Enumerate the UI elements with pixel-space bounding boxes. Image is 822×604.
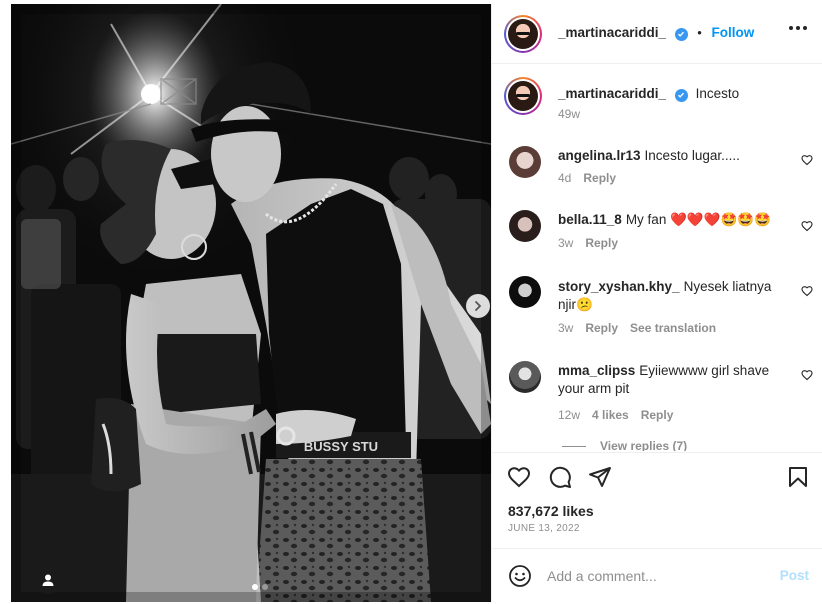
comment-icon[interactable]: [548, 465, 572, 489]
heart-icon[interactable]: [801, 220, 813, 232]
commenter-avatar[interactable]: [509, 276, 541, 308]
heart-icon[interactable]: [801, 154, 813, 166]
view-replies-line: [562, 445, 586, 447]
carousel-dot: [262, 584, 268, 590]
caption-text: Incesto: [695, 86, 740, 101]
follow-button[interactable]: Follow: [711, 25, 754, 40]
carousel-next-button[interactable]: [466, 294, 490, 318]
bookmark-icon[interactable]: [786, 465, 810, 489]
user-tag-icon: [42, 574, 54, 586]
caption-time: 49w: [558, 107, 581, 121]
commenter-avatar[interactable]: [509, 210, 541, 242]
post-side-panel: _martinacariddi_ • Follow _martinacaridd…: [491, 4, 822, 602]
comment-likes[interactable]: 4 likes: [592, 408, 629, 422]
caption-author-avatar[interactable]: [504, 77, 542, 115]
chevron-right-icon: [475, 301, 482, 311]
commenter-username[interactable]: mma_clipss: [558, 363, 635, 378]
reply-button[interactable]: Reply: [585, 236, 618, 250]
heart-icon[interactable]: [801, 369, 813, 381]
heart-icon[interactable]: [801, 285, 813, 297]
commenter-username[interactable]: angelina.lr13: [558, 148, 641, 163]
post-date: JUNE 13, 2022: [508, 523, 580, 534]
post-photo[interactable]: BUSSY STU: [11, 4, 491, 602]
comments-list[interactable]: _martinacariddi_ Incesto 49w angelina.lr…: [492, 65, 822, 451]
comment-text: angelina.lr13 Incesto lugar.....: [558, 147, 783, 165]
author-avatar[interactable]: [504, 15, 542, 53]
caption-avatar-image: [508, 81, 538, 111]
emoji-icon[interactable]: [508, 564, 532, 588]
post-header: _martinacariddi_ • Follow: [492, 4, 822, 64]
carousel-dot-active: [252, 584, 258, 590]
header-separator: •: [697, 25, 702, 40]
comment-text: bella.11_8 My fan ❤️❤️❤️🤩🤩🤩: [558, 211, 783, 229]
comment-text: story_xyshan.khy_ Nyesek liatnya njir😕: [558, 278, 783, 314]
reply-button[interactable]: Reply: [641, 408, 674, 422]
commenter-avatar[interactable]: [509, 361, 541, 393]
comment-body: My fan ❤️❤️❤️🤩🤩🤩: [625, 212, 771, 227]
view-replies-label: View replies (7): [600, 439, 688, 451]
likes-count[interactable]: 837,672 likes: [508, 503, 594, 519]
reply-button[interactable]: Reply: [585, 321, 618, 335]
reply-button[interactable]: Reply: [583, 171, 616, 185]
comment-text: mma_clipss Eyiiewwww girl shave your arm …: [558, 362, 783, 398]
verified-badge-icon: [674, 27, 688, 41]
verified-badge-icon: [674, 88, 688, 102]
instagram-post-modal: BUSSY STU _martinacariddi_ • Follow _mar…: [0, 0, 822, 604]
comment-time: 3w: [558, 321, 574, 335]
comment-meta: 3w Reply: [558, 236, 618, 250]
commenter-avatar[interactable]: [509, 146, 541, 178]
post-caption: _martinacariddi_ Incesto: [558, 86, 739, 102]
more-options-icon[interactable]: [789, 26, 807, 30]
carousel-indicator: [252, 584, 268, 590]
comment-time: 12w: [558, 408, 581, 422]
caption-username[interactable]: _martinacariddi_: [558, 86, 666, 101]
comment-meta: 4d Reply: [558, 171, 616, 185]
comment-input[interactable]: [547, 566, 767, 586]
comment-meta: 12w 4 likes Reply: [558, 408, 673, 422]
author-avatar-image: [508, 19, 538, 49]
add-comment-bar: Post: [492, 548, 822, 602]
view-replies-button[interactable]: View replies (7): [562, 439, 687, 451]
comment-time: 3w: [558, 236, 574, 250]
see-translation-button[interactable]: See translation: [630, 321, 716, 335]
user-tag-button[interactable]: [34, 566, 62, 594]
heart-icon[interactable]: [507, 465, 531, 489]
commenter-username[interactable]: story_xyshan.khy_: [558, 279, 680, 294]
photo-illustration: BUSSY STU: [11, 4, 491, 602]
commenter-username[interactable]: bella.11_8: [558, 212, 622, 227]
comment-body: Incesto lugar.....: [644, 148, 740, 163]
comment-time: 4d: [558, 171, 572, 185]
share-icon[interactable]: [588, 465, 612, 489]
post-comment-button[interactable]: Post: [780, 568, 809, 583]
post-actions: 837,672 likes JUNE 13, 2022: [492, 452, 822, 548]
author-username[interactable]: _martinacariddi_: [558, 25, 666, 40]
comment-meta: 3w Reply See translation: [558, 321, 716, 335]
